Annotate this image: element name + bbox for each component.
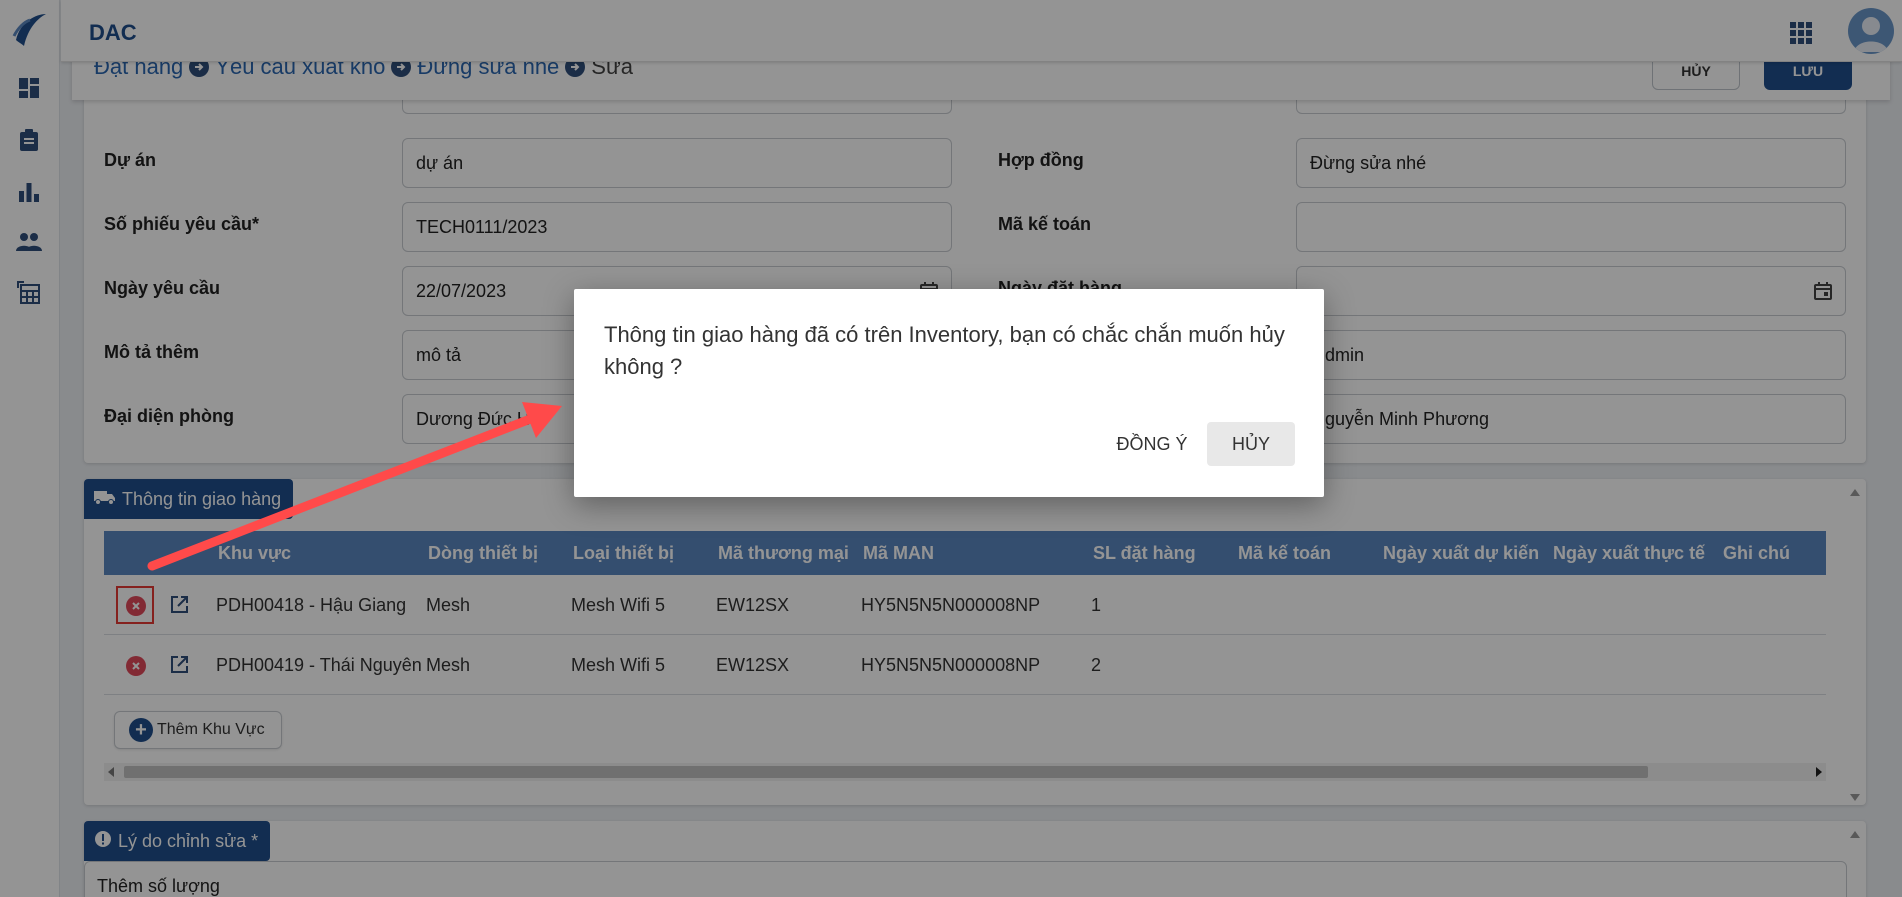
- agree-button[interactable]: ĐỒNG Ý: [1104, 423, 1200, 465]
- dialog-message: Thông tin giao hàng đã có trên Inventory…: [604, 322, 1285, 379]
- dialog-cancel-button[interactable]: HỦY: [1207, 422, 1295, 466]
- confirm-dialog: Thông tin giao hàng đã có trên Inventory…: [574, 289, 1324, 497]
